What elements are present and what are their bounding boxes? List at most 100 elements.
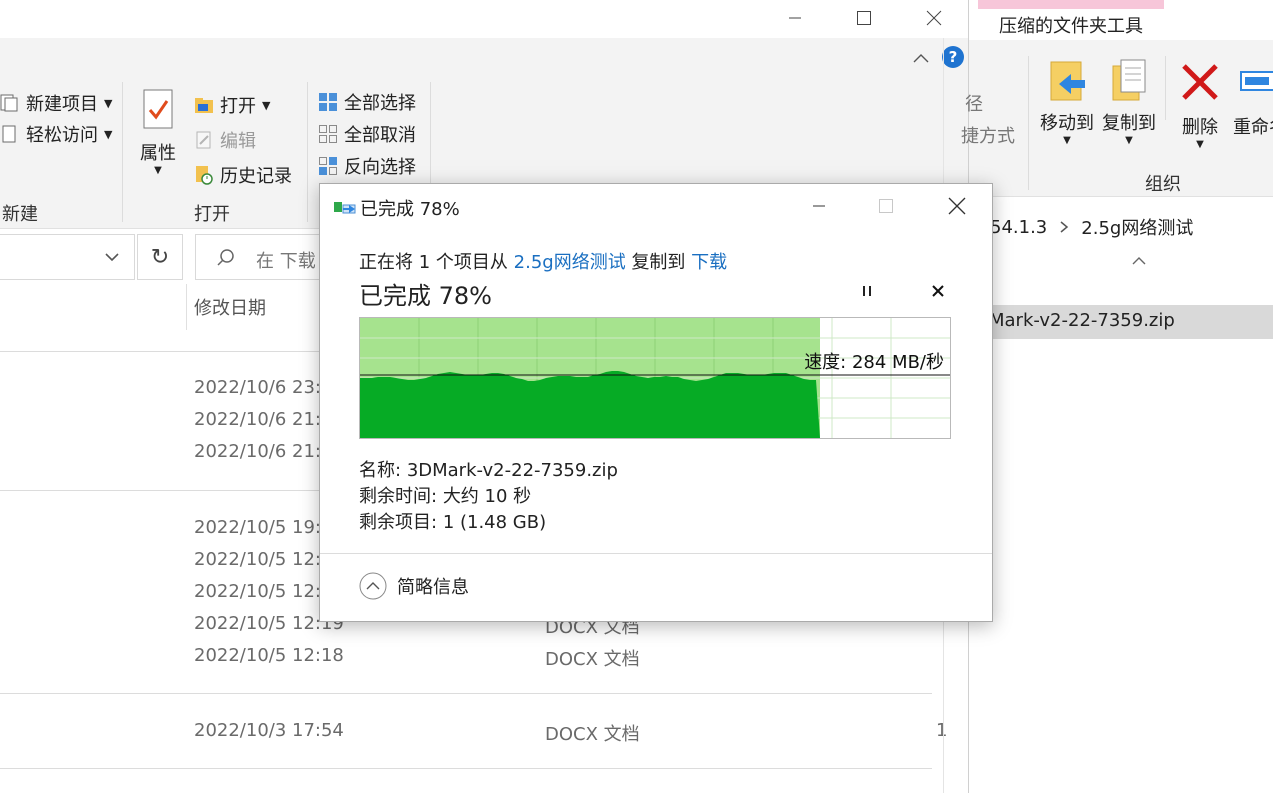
file-row-date[interactable]: 2022/10/6 21: — [194, 409, 321, 430]
name-label: 名称: — [359, 460, 402, 481]
properties-label: 属性 — [140, 143, 176, 164]
minimize-button[interactable] — [772, 0, 818, 36]
contextual-tab-accent — [978, 0, 1164, 9]
delete-label: 删除 — [1182, 117, 1218, 138]
file-row-date[interactable]: 2022/10/5 19: — [194, 517, 321, 538]
history-button[interactable]: 历史记录 — [194, 162, 292, 188]
dialog-title: 已完成 78% — [360, 199, 460, 220]
file-row-date[interactable]: 2022/10/3 17:54 — [194, 720, 344, 741]
copy-path-label-partial[interactable]: 径 — [965, 90, 983, 116]
new-item-button[interactable]: 新建项目 ▼ — [0, 90, 112, 116]
ribbon-compressed-tools: 径 捷方式 移动到 ▼ 复制到 ▼ 删除 ▼ 重命名 组织 — [961, 40, 1273, 197]
breadcrumb: 54.1.3 2.5g网络测试 — [990, 214, 1193, 240]
group-label-organize: 组织 — [1145, 174, 1181, 195]
chevron-up-circle-icon — [359, 572, 387, 600]
file-row-type[interactable]: DOCX 文档 — [545, 720, 640, 746]
select-all-label: 全部选择 — [344, 93, 416, 114]
refresh-icon: ↻ — [150, 244, 170, 270]
copy-progress-dialog: 已完成 78% 正在将 1 个项目从 2.5g网络测试 复制到 下载 已完成 7… — [319, 183, 993, 622]
items-label: 剩余项目: — [359, 512, 438, 533]
less-details-button[interactable]: 简略信息 — [359, 572, 469, 600]
dropdown-arrow-icon: ▼ — [104, 127, 113, 141]
file-row-date[interactable]: 2022/10/5 12:18 — [194, 645, 344, 666]
pause-icon — [863, 286, 871, 296]
chevron-up-icon[interactable] — [912, 52, 930, 64]
new-item-label: 新建项目 — [26, 94, 98, 115]
pause-button[interactable] — [855, 279, 879, 303]
copy-description-prefix: 正在将 1 个项目从 — [359, 252, 508, 273]
copy-to-icon — [1112, 59, 1146, 101]
group-divider-line — [0, 768, 932, 769]
delete-icon — [1182, 64, 1218, 100]
source-folder-link[interactable]: 2.5g网络测试 — [514, 252, 626, 273]
dialog-maximize-button — [863, 188, 909, 224]
invert-selection-icon — [319, 157, 337, 175]
progress-heading: 已完成 78% — [359, 282, 492, 310]
rename-label: 重命名 — [1233, 117, 1273, 138]
dialog-close-button[interactable] — [934, 188, 980, 224]
group-divider-line — [0, 693, 932, 694]
move-to-button[interactable]: 移动到 ▼ — [1035, 58, 1099, 146]
delete-button[interactable]: 删除 ▼ — [1173, 62, 1227, 150]
file-row-date[interactable]: 2022/10/5 12: — [194, 581, 321, 602]
maximize-button[interactable] — [841, 0, 887, 36]
open-button[interactable]: 打开 ▼ — [194, 92, 270, 118]
properties-button[interactable]: 属性 ▼ — [136, 88, 180, 176]
breadcrumb-item-folder[interactable]: 2.5g网络测试 — [1081, 214, 1193, 240]
rename-button[interactable]: 重命名 — [1233, 64, 1273, 148]
tab-compressed-folder-tools[interactable]: 压缩的文件夹工具 — [978, 9, 1164, 41]
close-button[interactable] — [911, 0, 957, 36]
easy-access-button[interactable]: 轻松访问 ▼ — [0, 121, 112, 147]
dialog-minimize-button[interactable] — [796, 188, 842, 224]
destination-folder-link[interactable]: 下载 — [691, 252, 727, 273]
group-divider — [1165, 56, 1166, 120]
group-divider — [122, 82, 123, 222]
dropdown-arrow-icon: ▼ — [1125, 135, 1133, 146]
time-label: 剩余时间: — [359, 486, 438, 507]
dropdown-arrow-icon: ▼ — [1196, 139, 1204, 150]
copy-to-button[interactable]: 复制到 ▼ — [1097, 58, 1161, 146]
select-none-button[interactable]: 全部取消 — [318, 121, 416, 147]
invert-selection-button[interactable]: 反向选择 — [318, 153, 416, 179]
paste-shortcut-label-partial[interactable]: 捷方式 — [961, 122, 1015, 148]
close-icon — [948, 197, 966, 215]
close-icon — [926, 10, 942, 26]
refresh-button[interactable]: ↻ — [137, 234, 183, 280]
group-divider — [1028, 56, 1029, 190]
copy-description: 正在将 1 个项目从 2.5g网络测试 复制到 下载 — [359, 248, 727, 274]
detail-items-remaining: 剩余项目: 1 (1.48 GB) — [359, 508, 546, 534]
minimize-icon — [789, 17, 801, 19]
dropdown-arrow-icon: ▼ — [104, 96, 113, 110]
open-folder-icon — [195, 98, 213, 113]
help-icon[interactable]: ? — [942, 46, 964, 68]
file-row-selected[interactable]: Mark-v2-22-7359.zip — [985, 305, 1273, 339]
maximize-icon — [879, 199, 893, 213]
column-header-modified[interactable]: 修改日期 — [194, 294, 266, 320]
edit-button[interactable]: 编辑 — [194, 127, 256, 153]
file-row-type[interactable]: DOCX 文档 — [545, 645, 640, 671]
speed-label: 速度: 284 MB/秒 — [804, 352, 944, 373]
move-to-icon — [1050, 61, 1085, 101]
select-all-button[interactable]: 全部选择 — [318, 89, 416, 115]
invert-selection-label: 反向选择 — [344, 157, 416, 178]
dropdown-arrow-icon: ▼ — [1063, 135, 1071, 146]
copy-to-label: 复制到 — [1102, 113, 1156, 134]
cancel-button[interactable] — [926, 279, 950, 303]
file-row-size[interactable]: 1 — [936, 720, 947, 741]
history-icon — [196, 166, 213, 185]
group-label-new: 新建 — [2, 204, 38, 225]
name-value: 3DMark-v2-22-7359.zip — [406, 460, 618, 481]
file-row-date[interactable]: 2022/10/5 12: — [194, 549, 321, 570]
group-label-open: 打开 — [194, 204, 230, 225]
address-bar[interactable] — [0, 234, 135, 280]
properties-icon — [143, 89, 173, 129]
maximize-icon — [857, 11, 871, 25]
file-row-date[interactable]: 2022/10/6 21: — [194, 441, 321, 462]
chevron-down-icon[interactable] — [104, 251, 120, 263]
breadcrumb-item-server[interactable]: 54.1.3 — [990, 217, 1047, 238]
dropdown-arrow-icon: ▼ — [262, 98, 271, 112]
transfer-speed-graph: 速度: 284 MB/秒 — [359, 317, 951, 439]
sort-ascending-icon[interactable] — [1131, 255, 1147, 267]
easy-access-label: 轻松访问 — [26, 125, 98, 146]
file-row-date[interactable]: 2022/10/6 23: — [194, 377, 321, 398]
